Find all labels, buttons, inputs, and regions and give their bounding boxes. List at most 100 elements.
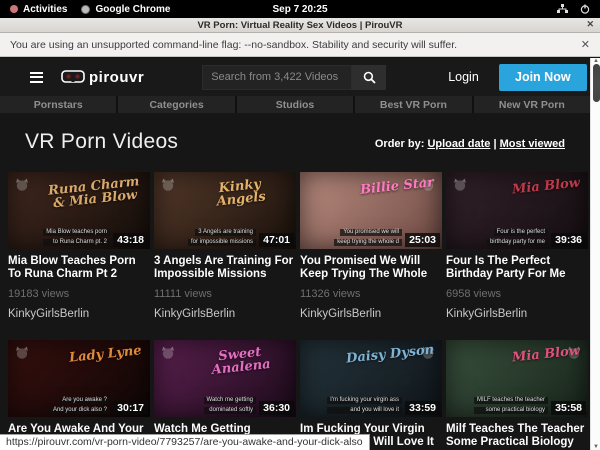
video-card: Kinky Angels 3 Angels are training for i… — [154, 172, 296, 320]
thumbnail-captions: 3 Angels are training for impossible mis… — [188, 220, 256, 246]
window-title-bar: VR Porn: Virtual Reality Sex Videos | Pi… — [0, 18, 600, 33]
thumbnail-caption-line2: and you will love it — [327, 407, 402, 414]
chrome-icon — [81, 5, 90, 14]
network-icon[interactable] — [557, 4, 568, 14]
thumbnail-model-name: Runa Charm & Mia Blow — [46, 175, 143, 211]
thumbnail-captions: Four is the perfect birthday party for m… — [487, 220, 548, 246]
screen: Activities Google Chrome Sep 7 20:25 VR … — [0, 0, 600, 450]
duration-badge: 47:01 — [259, 233, 294, 247]
sandbox-warning-bar: You are using an unsupported command-lin… — [0, 33, 600, 57]
chrome-app-indicator[interactable]: Google Chrome — [81, 4, 170, 15]
thumbnail-caption-line1: Mia Blow teaches porn — [43, 229, 110, 236]
nav-item[interactable]: Studios — [237, 96, 353, 113]
duration-badge: 43:18 — [113, 233, 148, 247]
scroll-down-icon[interactable]: ▼ — [591, 444, 600, 450]
system-top-bar: Activities Google Chrome Sep 7 20:25 — [0, 0, 600, 18]
search-icon — [363, 71, 376, 84]
video-card: Mia Blow Four is the perfect birthday pa… — [446, 172, 588, 320]
thumbnail-model-name: Sweet Analena — [192, 343, 289, 379]
activities-button[interactable]: Activities — [10, 4, 67, 15]
studio-logo-icon — [160, 177, 176, 193]
nav-item[interactable]: Categories — [118, 96, 234, 113]
video-grid: Runa Charm & Mia Blow Mia Blow teaches p… — [0, 154, 590, 450]
duration-badge: 25:03 — [405, 233, 440, 247]
order-most-viewed-link[interactable]: Most viewed — [500, 138, 565, 150]
thumbnail-caption-line1: Watch me getting — [204, 397, 256, 404]
nav-item[interactable]: Best VR Porn — [355, 96, 471, 113]
thumbnail-model-name: Mia Blow — [511, 176, 580, 196]
site-logo[interactable]: pirouvr — [61, 69, 144, 86]
video-thumbnail[interactable]: Kinky Angels 3 Angels are training for i… — [154, 172, 296, 249]
nav-item[interactable]: Pornstars — [0, 96, 116, 113]
warning-close-icon[interactable]: ✕ — [581, 38, 590, 51]
video-card: Runa Charm & Mia Blow Mia Blow teaches p… — [8, 172, 150, 320]
duration-badge: 30:17 — [113, 401, 148, 415]
video-studio-link[interactable]: KinkyGirlsBerlin — [300, 308, 442, 320]
thumbnail-captions: Are you awake ? And your dick also ? — [50, 388, 110, 414]
studio-logo-icon — [160, 345, 176, 361]
window-close-icon[interactable]: ✕ — [586, 19, 594, 30]
search-input[interactable] — [202, 65, 352, 90]
video-thumbnail[interactable]: Mia Blow MILF teaches the teacher some p… — [446, 340, 588, 417]
clock[interactable]: Sep 7 20:25 — [272, 4, 327, 15]
thumbnail-caption-line1: Are you awake ? — [59, 397, 110, 404]
video-thumbnail[interactable]: Lady Lyne Are you awake ? And your dick … — [8, 340, 150, 417]
video-title-link[interactable]: 3 Angels Are Training For Impossible Mis… — [154, 255, 296, 281]
video-studio-link[interactable]: KinkyGirlsBerlin — [154, 308, 296, 320]
warning-text: You are using an unsupported command-lin… — [10, 39, 457, 51]
scrollbar-thumb[interactable] — [593, 64, 600, 102]
page-viewport: pirouvr Login Join Now PornstarsCategori… — [0, 58, 590, 450]
video-studio-link[interactable]: KinkyGirlsBerlin — [446, 308, 588, 320]
video-thumbnail[interactable]: Runa Charm & Mia Blow Mia Blow teaches p… — [8, 172, 150, 249]
thumbnail-caption-line1: You promised we will — [340, 229, 402, 236]
duration-badge: 39:36 — [551, 233, 586, 247]
main-nav: PornstarsCategoriesStudiosBest VR PornNe… — [0, 96, 590, 113]
page-title: VR Porn Videos — [25, 130, 178, 154]
video-studio-link[interactable]: KinkyGirlsBerlin — [8, 308, 150, 320]
thumbnail-model-name: Lady Lyne — [69, 344, 143, 365]
thumbnail-captions: Mia Blow teaches porn to Runa Charm pt. … — [43, 220, 110, 246]
duration-badge: 35:58 — [551, 401, 586, 415]
studio-logo-icon — [14, 345, 30, 361]
video-title-link[interactable]: Four Is The Perfect Birthday Party For M… — [446, 255, 588, 281]
video-thumbnail[interactable]: Billie Star You promised we will keep tr… — [300, 172, 442, 249]
video-card: Mia Blow MILF teaches the teacher some p… — [446, 340, 588, 450]
video-card: Billie Star You promised we will keep tr… — [300, 172, 442, 320]
site-logo-text: pirouvr — [89, 69, 144, 86]
video-views: 11326 views — [300, 288, 442, 300]
menu-icon[interactable] — [30, 72, 43, 83]
thumbnail-caption-line1: Four is the perfect — [494, 229, 548, 236]
order-upload-date-link[interactable]: Upload date — [427, 138, 490, 150]
video-thumbnail[interactable]: Sweet Analena Watch me getting dominated… — [154, 340, 296, 417]
order-separator: | — [490, 138, 499, 150]
thumbnail-model-name: Kinky Angels — [192, 175, 289, 211]
activities-label: Activities — [23, 4, 67, 15]
thumbnail-model-name: Daisy Dyson — [345, 343, 434, 365]
thumbnail-captions: I'm fucking your virgin ass and you will… — [327, 388, 402, 414]
video-views: 11111 views — [154, 288, 296, 300]
studio-logo-icon — [14, 177, 30, 193]
video-title-link[interactable]: You Promised We Will Keep Trying The Who… — [300, 255, 442, 281]
thumbnail-caption-line2: birthday party for me — [487, 239, 548, 246]
order-by-label: Order by: — [375, 138, 425, 150]
thumbnail-caption-line1: I'm fucking your virgin ass — [327, 397, 402, 404]
video-thumbnail[interactable]: Daisy Dyson I'm fucking your virgin ass … — [300, 340, 442, 417]
join-now-button[interactable]: Join Now — [499, 64, 587, 91]
thumbnail-caption-line2: dominated softly — [204, 407, 256, 414]
thumbnail-caption-line2: to Runa Charm pt. 2 — [43, 239, 110, 246]
site-header: pirouvr Login Join Now — [0, 58, 590, 96]
nav-item[interactable]: New VR Porn — [474, 96, 590, 113]
thumbnail-captions: You promised we will keep trying the who… — [334, 220, 402, 246]
thumbnail-captions: MILF teaches the teacher some practical … — [474, 388, 548, 414]
video-thumbnail[interactable]: Mia Blow Four is the perfect birthday pa… — [446, 172, 588, 249]
page-title-row: VR Porn Videos Order by: Upload date | M… — [0, 113, 590, 154]
video-title-link[interactable]: Milf Teaches The Teacher Some Practical … — [446, 423, 588, 449]
thumbnail-caption-line2: some practical biology — [474, 407, 548, 414]
login-link[interactable]: Login — [448, 70, 479, 84]
power-icon[interactable] — [580, 4, 590, 14]
thumbnail-caption-line2: And your dick also ? — [50, 407, 110, 414]
search-button[interactable] — [352, 65, 386, 90]
page-scrollbar[interactable]: ▲ ▼ — [590, 58, 600, 450]
video-title-link[interactable]: Mia Blow Teaches Porn To Runa Charm Pt 2 — [8, 255, 150, 281]
thumbnail-caption-line1: MILF teaches the teacher — [474, 397, 548, 404]
